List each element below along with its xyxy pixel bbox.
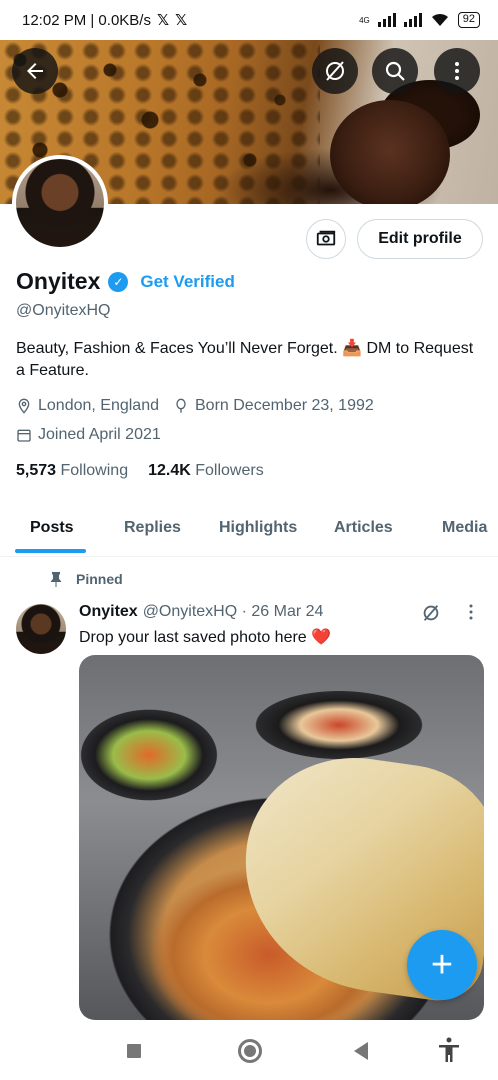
money-icon <box>316 230 336 246</box>
post-handle-date: @OnyitexHQ · 26 Mar 24 <box>142 603 324 620</box>
grok-icon <box>326 61 344 81</box>
wifi-icon <box>431 13 448 26</box>
followers-count: 12.4K <box>148 462 191 479</box>
more-vertical-icon <box>455 62 459 80</box>
system-nav-bar <box>0 1020 498 1080</box>
arrow-left-icon <box>27 63 43 79</box>
cell-signal-icon-2 <box>403 13 422 27</box>
post-text: Drop your last saved photo here ❤️ <box>79 629 332 646</box>
post-header: Onyitex @OnyitexHQ · 26 Mar 24 <box>79 603 323 621</box>
x-notification-icon-2: 𝕏 <box>175 12 188 29</box>
profile-handle: @OnyitexHQ <box>16 302 111 319</box>
more-vertical-icon <box>469 604 473 620</box>
status-time: 12:02 PM | 0.0KB/s <box>22 11 151 29</box>
x-notification-icon: 𝕏 <box>156 12 170 29</box>
profile-joined-row: Joined April 2021 <box>16 426 161 444</box>
balloon-icon <box>176 398 186 413</box>
network-label: 4G <box>359 15 370 25</box>
follow-counts: 5,573 Following 12.4K Followers <box>16 462 264 480</box>
location-icon <box>18 398 30 414</box>
grok-button[interactable] <box>312 48 358 94</box>
following-label: Following <box>60 462 129 479</box>
back-button[interactable] <box>12 48 58 94</box>
accessibility-icon[interactable] <box>437 1037 461 1063</box>
profile-location: London, England <box>38 397 159 414</box>
pinned-label: Pinned <box>76 571 123 587</box>
tab-posts[interactable]: Posts <box>30 519 74 537</box>
cell-signal-icon <box>377 13 396 27</box>
following-link[interactable]: 5,573 Following <box>16 462 128 480</box>
tab-replies[interactable]: Replies <box>124 519 181 537</box>
pin-icon <box>51 572 61 587</box>
name-row: Onyitex ✓ Get Verified <box>16 268 235 295</box>
search-button[interactable] <box>372 48 418 94</box>
calendar-icon <box>17 429 31 442</box>
post-grok-button[interactable] <box>420 602 442 629</box>
profile-name: Onyitex <box>16 268 101 294</box>
post-more-button[interactable] <box>468 603 474 621</box>
verified-badge-icon: ✓ <box>108 271 129 292</box>
more-options-button[interactable] <box>434 48 480 94</box>
followers-label: Followers <box>195 462 264 479</box>
pinned-indicator: Pinned <box>50 571 123 587</box>
profile-bio: Beauty, Fashion & Faces You’ll Never For… <box>16 340 474 379</box>
home-button[interactable] <box>238 1039 262 1063</box>
battery-indicator: 92 <box>457 12 480 28</box>
tab-highlights[interactable]: Highlights <box>219 519 297 537</box>
profile-birthday: Born December 23, 1992 <box>195 397 374 414</box>
status-bar: 12:02 PM | 0.0KB/s 𝕏 𝕏 4G 92 <box>0 0 498 40</box>
system-back-button[interactable] <box>354 1042 368 1060</box>
post-author-name[interactable]: Onyitex <box>79 603 138 621</box>
recent-apps-button[interactable] <box>127 1044 141 1058</box>
compose-post-button[interactable]: + <box>407 930 477 1000</box>
grok-icon <box>423 605 439 621</box>
active-tab-indicator <box>15 549 86 553</box>
edit-profile-button[interactable]: Edit profile <box>357 219 483 259</box>
get-verified-link[interactable]: Get Verified <box>140 272 234 292</box>
followers-link[interactable]: 12.4K Followers <box>148 462 264 480</box>
post-author-avatar[interactable] <box>16 604 66 654</box>
tab-media[interactable]: Media <box>442 519 487 537</box>
professional-tools-button[interactable] <box>306 219 346 259</box>
tab-articles[interactable]: Articles <box>334 519 393 537</box>
profile-avatar[interactable] <box>12 155 108 251</box>
profile-meta-row: London, England Born December 23, 1992 <box>16 397 374 415</box>
following-count: 5,573 <box>16 462 57 479</box>
search-icon <box>385 61 405 81</box>
profile-joined: Joined April 2021 <box>38 426 161 443</box>
